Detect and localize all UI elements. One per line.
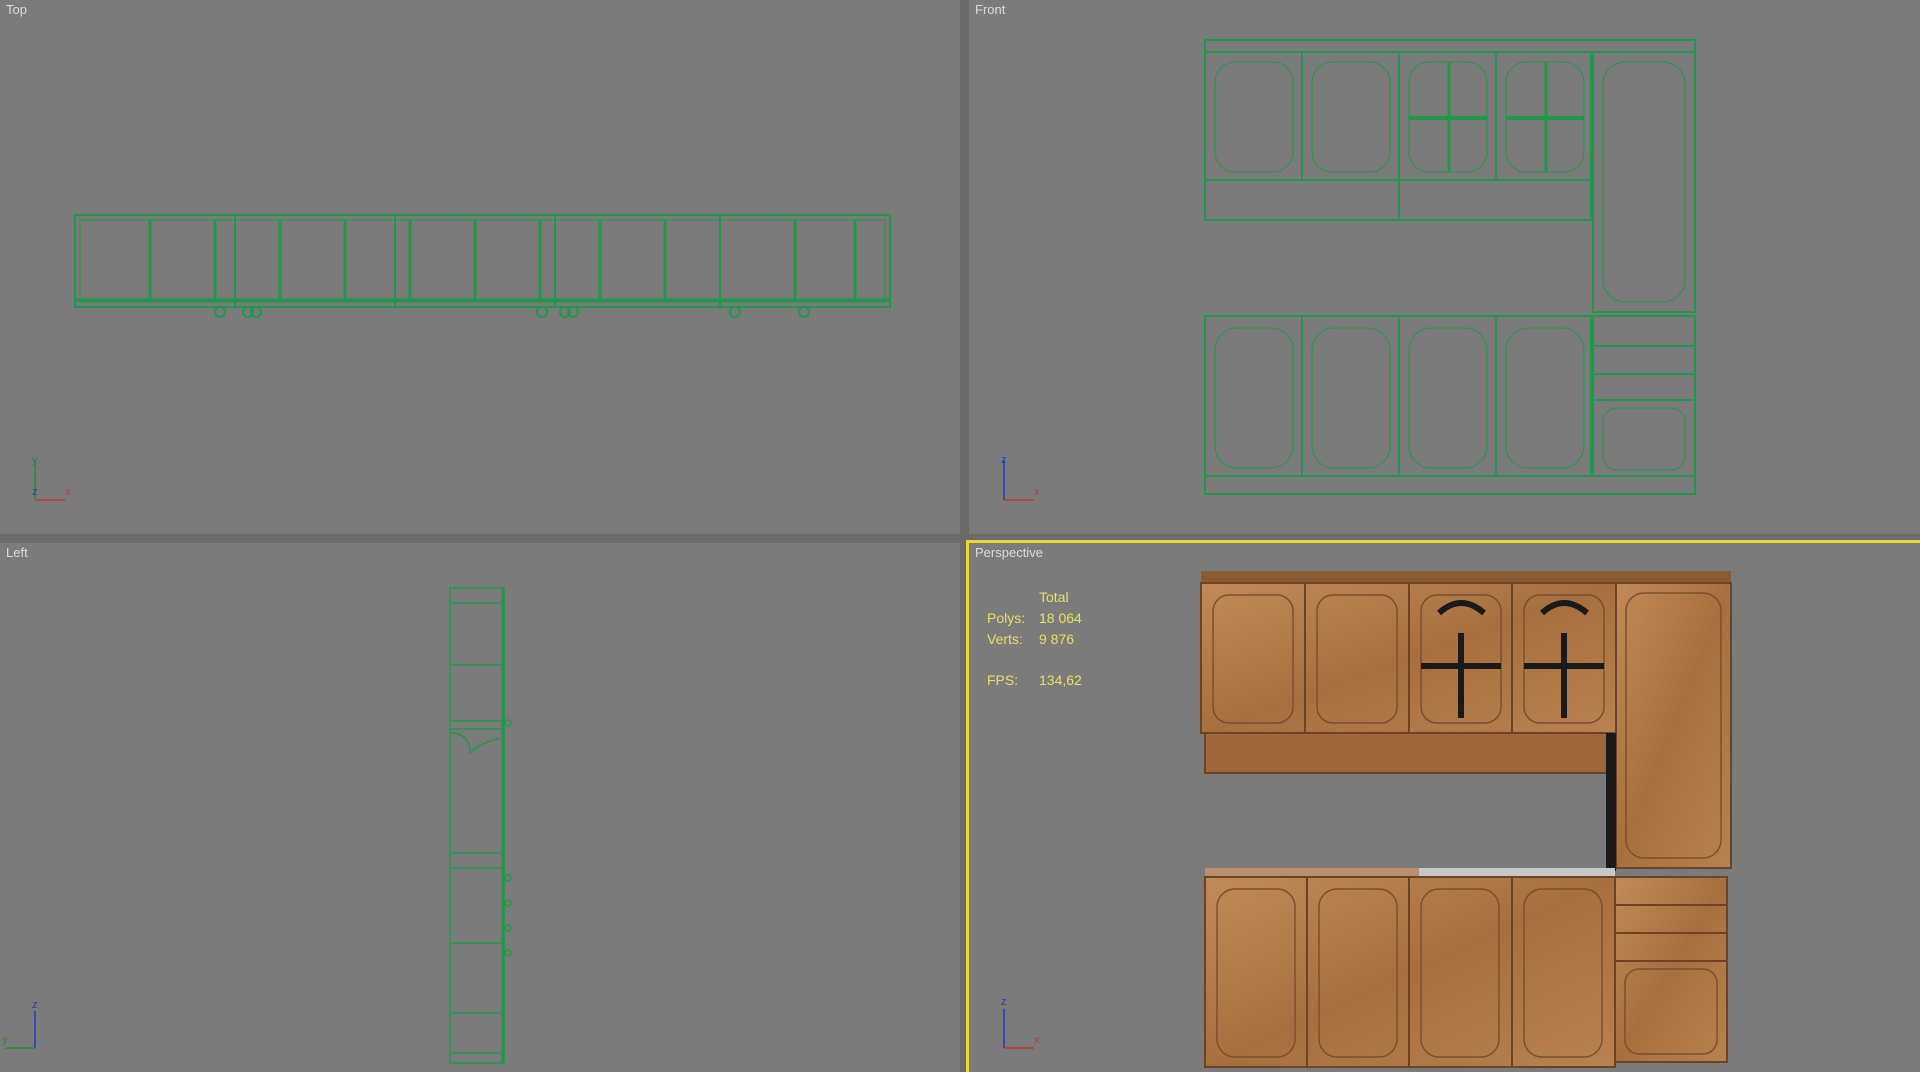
viewport-top[interactable]: Top y z x — [0, 0, 960, 534]
front-wireframe: z x — [1001, 39, 1696, 501]
axis-label-z: z — [32, 999, 38, 1011]
viewport-perspective[interactable]: Perspective Total Polys: 18 064 Verts: 9 8… — [966, 540, 1920, 1072]
top-wireframe: y z x — [32, 214, 891, 501]
axis-label-z: z — [1001, 996, 1007, 1008]
axis-label-x: x — [65, 486, 71, 498]
axis-label-z: z — [32, 486, 38, 498]
axis-tripod-perspective: z x — [1001, 996, 1040, 1049]
axis-label-y: y — [32, 454, 38, 466]
axis-label-x: x — [1034, 486, 1040, 498]
viewport-left[interactable]: Left z y — [0, 543, 960, 1072]
left-wireframe: z y — [2, 587, 512, 1064]
perspective-render: z x — [1001, 571, 1732, 1068]
axis-tripod-left: z y — [2, 999, 38, 1049]
axis-tripod-front: z x — [1001, 454, 1040, 501]
viewport-front[interactable]: Front z x — [969, 0, 1920, 534]
axis-label-x: x — [1034, 1034, 1040, 1046]
axis-label-y: y — [2, 1034, 8, 1046]
axis-label-z: z — [1001, 454, 1007, 466]
axis-tripod-top: y z x — [32, 454, 71, 501]
